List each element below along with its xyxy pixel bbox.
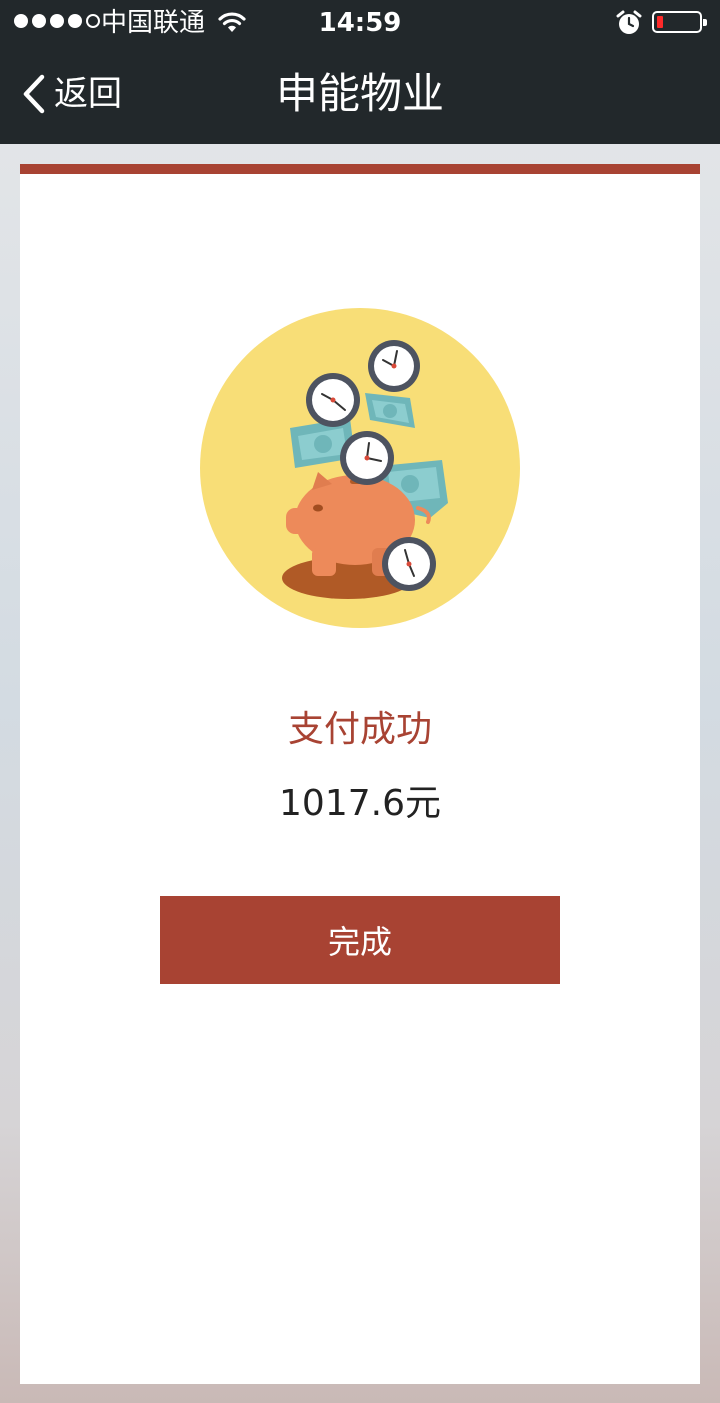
status-bar: 中国联通 14:59 [0, 0, 720, 46]
clock-icon [382, 537, 436, 591]
status-time: 14:59 [318, 8, 402, 38]
clock-icon [340, 431, 394, 485]
clock-icon [368, 340, 420, 392]
page-title: 申能物业 [275, 69, 444, 118]
payment-result-card: 支付成功 1017.6元 完成 [20, 164, 700, 1384]
top-bar: 中国联通 14:59 返回 申能物业 [0, 0, 720, 144]
payment-status-text: 支付成功 [287, 709, 432, 750]
piggy-bank-money-illustration [200, 308, 520, 628]
battery-icon [652, 11, 707, 33]
alarm-clock-icon [616, 10, 642, 34]
payment-amount: 1017.6元 [279, 783, 441, 824]
clock-icon [306, 373, 360, 427]
done-button[interactable]: 完成 [160, 896, 560, 984]
